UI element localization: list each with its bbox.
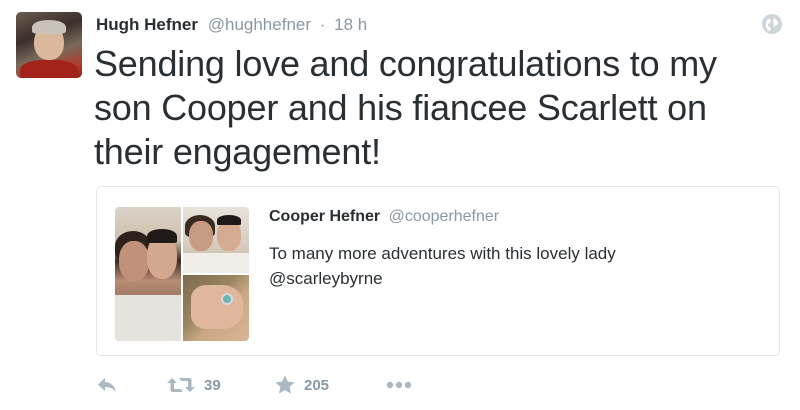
avatar-hair — [32, 20, 66, 34]
retweet-arrows-icon — [167, 378, 195, 392]
photo-couple-selfie[interactable] — [115, 207, 181, 341]
tweet-text: Sending love and congratulations to my s… — [94, 43, 717, 172]
tweet-header: Hugh Hefner @hughhefner · 18 h — [96, 14, 367, 36]
more-dots-icon — [386, 381, 412, 389]
quoted-tweet-header: Cooper Hefner @cooperhefner — [269, 207, 499, 227]
author-handle[interactable]: @hughhefner — [208, 15, 311, 34]
avatar-robe — [20, 60, 78, 78]
tweet: Hugh Hefner @hughhefner · 18 h Sending l… — [0, 0, 800, 410]
favorite-count: 205 — [304, 376, 330, 394]
quoted-text-line: To many more adventures with this lovely… — [269, 244, 616, 263]
header-separator: · — [319, 15, 326, 34]
quoted-author-handle[interactable]: @cooperhefner — [389, 208, 500, 225]
retweet-count: 39 — [204, 376, 221, 394]
tweet-timestamp[interactable]: 18 h — [334, 15, 367, 34]
quoted-tweet-text: To many more adventures with this lovely… — [269, 241, 749, 291]
quoted-author-display-name[interactable]: Cooper Hefner — [269, 208, 380, 225]
quoted-tweet[interactable]: Cooper Hefner @cooperhefner To many more… — [96, 186, 780, 356]
photo-engagement-ring[interactable] — [183, 275, 249, 341]
quoted-photo-grid[interactable] — [115, 207, 249, 341]
photo-couple-smiling[interactable] — [183, 207, 249, 273]
retweet-button[interactable]: 39 — [166, 372, 221, 398]
author-display-name[interactable]: Hugh Hefner — [96, 15, 198, 34]
globe-icon — [762, 14, 782, 34]
quoted-mention[interactable]: @scarleybyrne — [269, 266, 749, 291]
reply-button[interactable] — [96, 372, 118, 398]
star-icon — [275, 375, 295, 394]
avatar[interactable] — [16, 12, 82, 78]
favorite-button[interactable]: 205 — [274, 372, 329, 398]
more-button[interactable] — [386, 372, 412, 398]
reply-arrow-icon — [98, 378, 116, 392]
